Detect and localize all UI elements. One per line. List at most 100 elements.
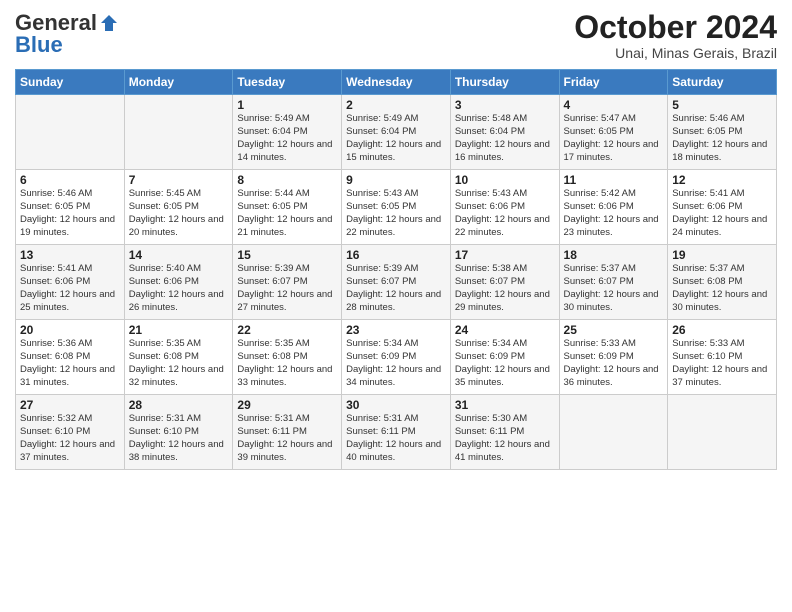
day-info: Sunrise: 5:37 AMSunset: 6:08 PMDaylight:… (672, 263, 772, 314)
day-number: 12 (672, 173, 772, 187)
day-info: Sunrise: 5:38 AMSunset: 6:07 PMDaylight:… (455, 263, 555, 314)
day-number: 16 (346, 248, 446, 262)
calendar-cell: 19Sunrise: 5:37 AMSunset: 6:08 PMDayligh… (668, 245, 777, 320)
day-info: Sunrise: 5:31 AMSunset: 6:11 PMDaylight:… (346, 413, 446, 464)
calendar-cell: 13Sunrise: 5:41 AMSunset: 6:06 PMDayligh… (16, 245, 125, 320)
month-title: October 2024 (574, 10, 777, 45)
day-info: Sunrise: 5:32 AMSunset: 6:10 PMDaylight:… (20, 413, 120, 464)
week-row-3: 13Sunrise: 5:41 AMSunset: 6:06 PMDayligh… (16, 245, 777, 320)
calendar-cell: 29Sunrise: 5:31 AMSunset: 6:11 PMDayligh… (233, 395, 342, 470)
day-info: Sunrise: 5:30 AMSunset: 6:11 PMDaylight:… (455, 413, 555, 464)
day-info: Sunrise: 5:44 AMSunset: 6:05 PMDaylight:… (237, 188, 337, 239)
calendar-cell: 14Sunrise: 5:40 AMSunset: 6:06 PMDayligh… (124, 245, 233, 320)
page-container: General Blue October 2024 Unai, Minas Ge… (0, 0, 792, 480)
calendar-cell: 23Sunrise: 5:34 AMSunset: 6:09 PMDayligh… (342, 320, 451, 395)
day-info: Sunrise: 5:49 AMSunset: 6:04 PMDaylight:… (346, 113, 446, 164)
calendar-cell: 9Sunrise: 5:43 AMSunset: 6:05 PMDaylight… (342, 170, 451, 245)
header-friday: Friday (559, 70, 668, 95)
calendar-cell: 28Sunrise: 5:31 AMSunset: 6:10 PMDayligh… (124, 395, 233, 470)
day-info: Sunrise: 5:49 AMSunset: 6:04 PMDaylight:… (237, 113, 337, 164)
calendar-cell: 16Sunrise: 5:39 AMSunset: 6:07 PMDayligh… (342, 245, 451, 320)
header-saturday: Saturday (668, 70, 777, 95)
day-number: 21 (129, 323, 229, 337)
calendar-cell: 26Sunrise: 5:33 AMSunset: 6:10 PMDayligh… (668, 320, 777, 395)
day-info: Sunrise: 5:37 AMSunset: 6:07 PMDaylight:… (564, 263, 664, 314)
day-number: 6 (20, 173, 120, 187)
day-number: 9 (346, 173, 446, 187)
day-info: Sunrise: 5:45 AMSunset: 6:05 PMDaylight:… (129, 188, 229, 239)
day-info: Sunrise: 5:31 AMSunset: 6:10 PMDaylight:… (129, 413, 229, 464)
day-info: Sunrise: 5:43 AMSunset: 6:05 PMDaylight:… (346, 188, 446, 239)
day-number: 31 (455, 398, 555, 412)
calendar-cell: 15Sunrise: 5:39 AMSunset: 6:07 PMDayligh… (233, 245, 342, 320)
calendar-cell (559, 395, 668, 470)
day-number: 30 (346, 398, 446, 412)
header-sunday: Sunday (16, 70, 125, 95)
day-info: Sunrise: 5:41 AMSunset: 6:06 PMDaylight:… (672, 188, 772, 239)
header-thursday: Thursday (450, 70, 559, 95)
day-number: 10 (455, 173, 555, 187)
day-info: Sunrise: 5:33 AMSunset: 6:10 PMDaylight:… (672, 338, 772, 389)
day-info: Sunrise: 5:46 AMSunset: 6:05 PMDaylight:… (672, 113, 772, 164)
calendar-cell: 2Sunrise: 5:49 AMSunset: 6:04 PMDaylight… (342, 95, 451, 170)
day-number: 2 (346, 98, 446, 112)
calendar-cell: 3Sunrise: 5:48 AMSunset: 6:04 PMDaylight… (450, 95, 559, 170)
day-number: 11 (564, 173, 664, 187)
day-info: Sunrise: 5:34 AMSunset: 6:09 PMDaylight:… (346, 338, 446, 389)
weekday-header-row: Sunday Monday Tuesday Wednesday Thursday… (16, 70, 777, 95)
day-number: 22 (237, 323, 337, 337)
calendar-cell: 21Sunrise: 5:35 AMSunset: 6:08 PMDayligh… (124, 320, 233, 395)
day-number: 18 (564, 248, 664, 262)
week-row-2: 6Sunrise: 5:46 AMSunset: 6:05 PMDaylight… (16, 170, 777, 245)
day-number: 8 (237, 173, 337, 187)
week-row-1: 1Sunrise: 5:49 AMSunset: 6:04 PMDaylight… (16, 95, 777, 170)
day-number: 7 (129, 173, 229, 187)
header-tuesday: Tuesday (233, 70, 342, 95)
calendar-cell: 22Sunrise: 5:35 AMSunset: 6:08 PMDayligh… (233, 320, 342, 395)
day-number: 24 (455, 323, 555, 337)
calendar-cell: 27Sunrise: 5:32 AMSunset: 6:10 PMDayligh… (16, 395, 125, 470)
day-number: 17 (455, 248, 555, 262)
calendar-cell: 6Sunrise: 5:46 AMSunset: 6:05 PMDaylight… (16, 170, 125, 245)
day-number: 13 (20, 248, 120, 262)
day-info: Sunrise: 5:31 AMSunset: 6:11 PMDaylight:… (237, 413, 337, 464)
calendar-table: Sunday Monday Tuesday Wednesday Thursday… (15, 69, 777, 470)
calendar-cell: 8Sunrise: 5:44 AMSunset: 6:05 PMDaylight… (233, 170, 342, 245)
day-number: 29 (237, 398, 337, 412)
calendar-cell: 30Sunrise: 5:31 AMSunset: 6:11 PMDayligh… (342, 395, 451, 470)
day-info: Sunrise: 5:43 AMSunset: 6:06 PMDaylight:… (455, 188, 555, 239)
day-info: Sunrise: 5:39 AMSunset: 6:07 PMDaylight:… (237, 263, 337, 314)
calendar-cell: 31Sunrise: 5:30 AMSunset: 6:11 PMDayligh… (450, 395, 559, 470)
day-number: 5 (672, 98, 772, 112)
header-monday: Monday (124, 70, 233, 95)
day-info: Sunrise: 5:46 AMSunset: 6:05 PMDaylight:… (20, 188, 120, 239)
day-number: 19 (672, 248, 772, 262)
calendar-cell: 24Sunrise: 5:34 AMSunset: 6:09 PMDayligh… (450, 320, 559, 395)
logo-icon (99, 13, 119, 33)
day-info: Sunrise: 5:47 AMSunset: 6:05 PMDaylight:… (564, 113, 664, 164)
day-info: Sunrise: 5:41 AMSunset: 6:06 PMDaylight:… (20, 263, 120, 314)
calendar-cell: 7Sunrise: 5:45 AMSunset: 6:05 PMDaylight… (124, 170, 233, 245)
calendar-cell (124, 95, 233, 170)
day-number: 27 (20, 398, 120, 412)
day-number: 25 (564, 323, 664, 337)
day-number: 26 (672, 323, 772, 337)
calendar-cell: 18Sunrise: 5:37 AMSunset: 6:07 PMDayligh… (559, 245, 668, 320)
calendar-cell: 17Sunrise: 5:38 AMSunset: 6:07 PMDayligh… (450, 245, 559, 320)
day-number: 28 (129, 398, 229, 412)
calendar-cell (668, 395, 777, 470)
week-row-4: 20Sunrise: 5:36 AMSunset: 6:08 PMDayligh… (16, 320, 777, 395)
week-row-5: 27Sunrise: 5:32 AMSunset: 6:10 PMDayligh… (16, 395, 777, 470)
logo-blue-text: Blue (15, 32, 63, 58)
day-info: Sunrise: 5:35 AMSunset: 6:08 PMDaylight:… (129, 338, 229, 389)
day-info: Sunrise: 5:36 AMSunset: 6:08 PMDaylight:… (20, 338, 120, 389)
title-section: October 2024 Unai, Minas Gerais, Brazil (574, 10, 777, 61)
day-info: Sunrise: 5:48 AMSunset: 6:04 PMDaylight:… (455, 113, 555, 164)
day-info: Sunrise: 5:40 AMSunset: 6:06 PMDaylight:… (129, 263, 229, 314)
calendar-cell: 4Sunrise: 5:47 AMSunset: 6:05 PMDaylight… (559, 95, 668, 170)
calendar-cell (16, 95, 125, 170)
day-info: Sunrise: 5:42 AMSunset: 6:06 PMDaylight:… (564, 188, 664, 239)
calendar-cell: 20Sunrise: 5:36 AMSunset: 6:08 PMDayligh… (16, 320, 125, 395)
day-number: 23 (346, 323, 446, 337)
day-number: 3 (455, 98, 555, 112)
